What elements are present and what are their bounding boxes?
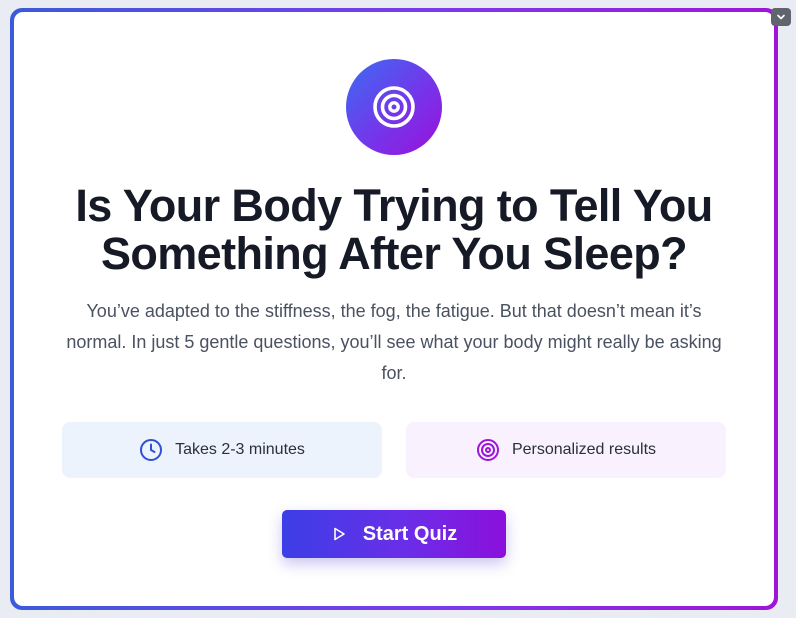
duration-pill: Takes 2-3 minutes bbox=[62, 422, 382, 478]
results-label: Personalized results bbox=[511, 441, 657, 458]
duration-label: Takes 2-3 minutes bbox=[175, 441, 305, 458]
hero-target-badge bbox=[346, 59, 442, 155]
target-icon bbox=[476, 438, 500, 462]
collapse-toggle[interactable] bbox=[771, 8, 791, 26]
start-quiz-label: Start Quiz bbox=[362, 522, 458, 545]
target-icon bbox=[373, 86, 415, 128]
page-title: Is Your Body Trying to Tell You Somethin… bbox=[75, 180, 713, 279]
play-icon bbox=[331, 526, 347, 542]
quiz-card-frame: Is Your Body Trying to Tell You Somethin… bbox=[10, 8, 778, 610]
clock-icon bbox=[139, 438, 163, 462]
page-subtitle: You’ve adapted to the stiffness, the fog… bbox=[66, 301, 722, 383]
quiz-card: Is Your Body Trying to Tell You Somethin… bbox=[14, 12, 774, 606]
chevron-down-icon bbox=[777, 14, 785, 20]
start-quiz-button[interactable]: Start Quiz bbox=[282, 510, 506, 558]
results-pill: Personalized results bbox=[406, 422, 726, 478]
